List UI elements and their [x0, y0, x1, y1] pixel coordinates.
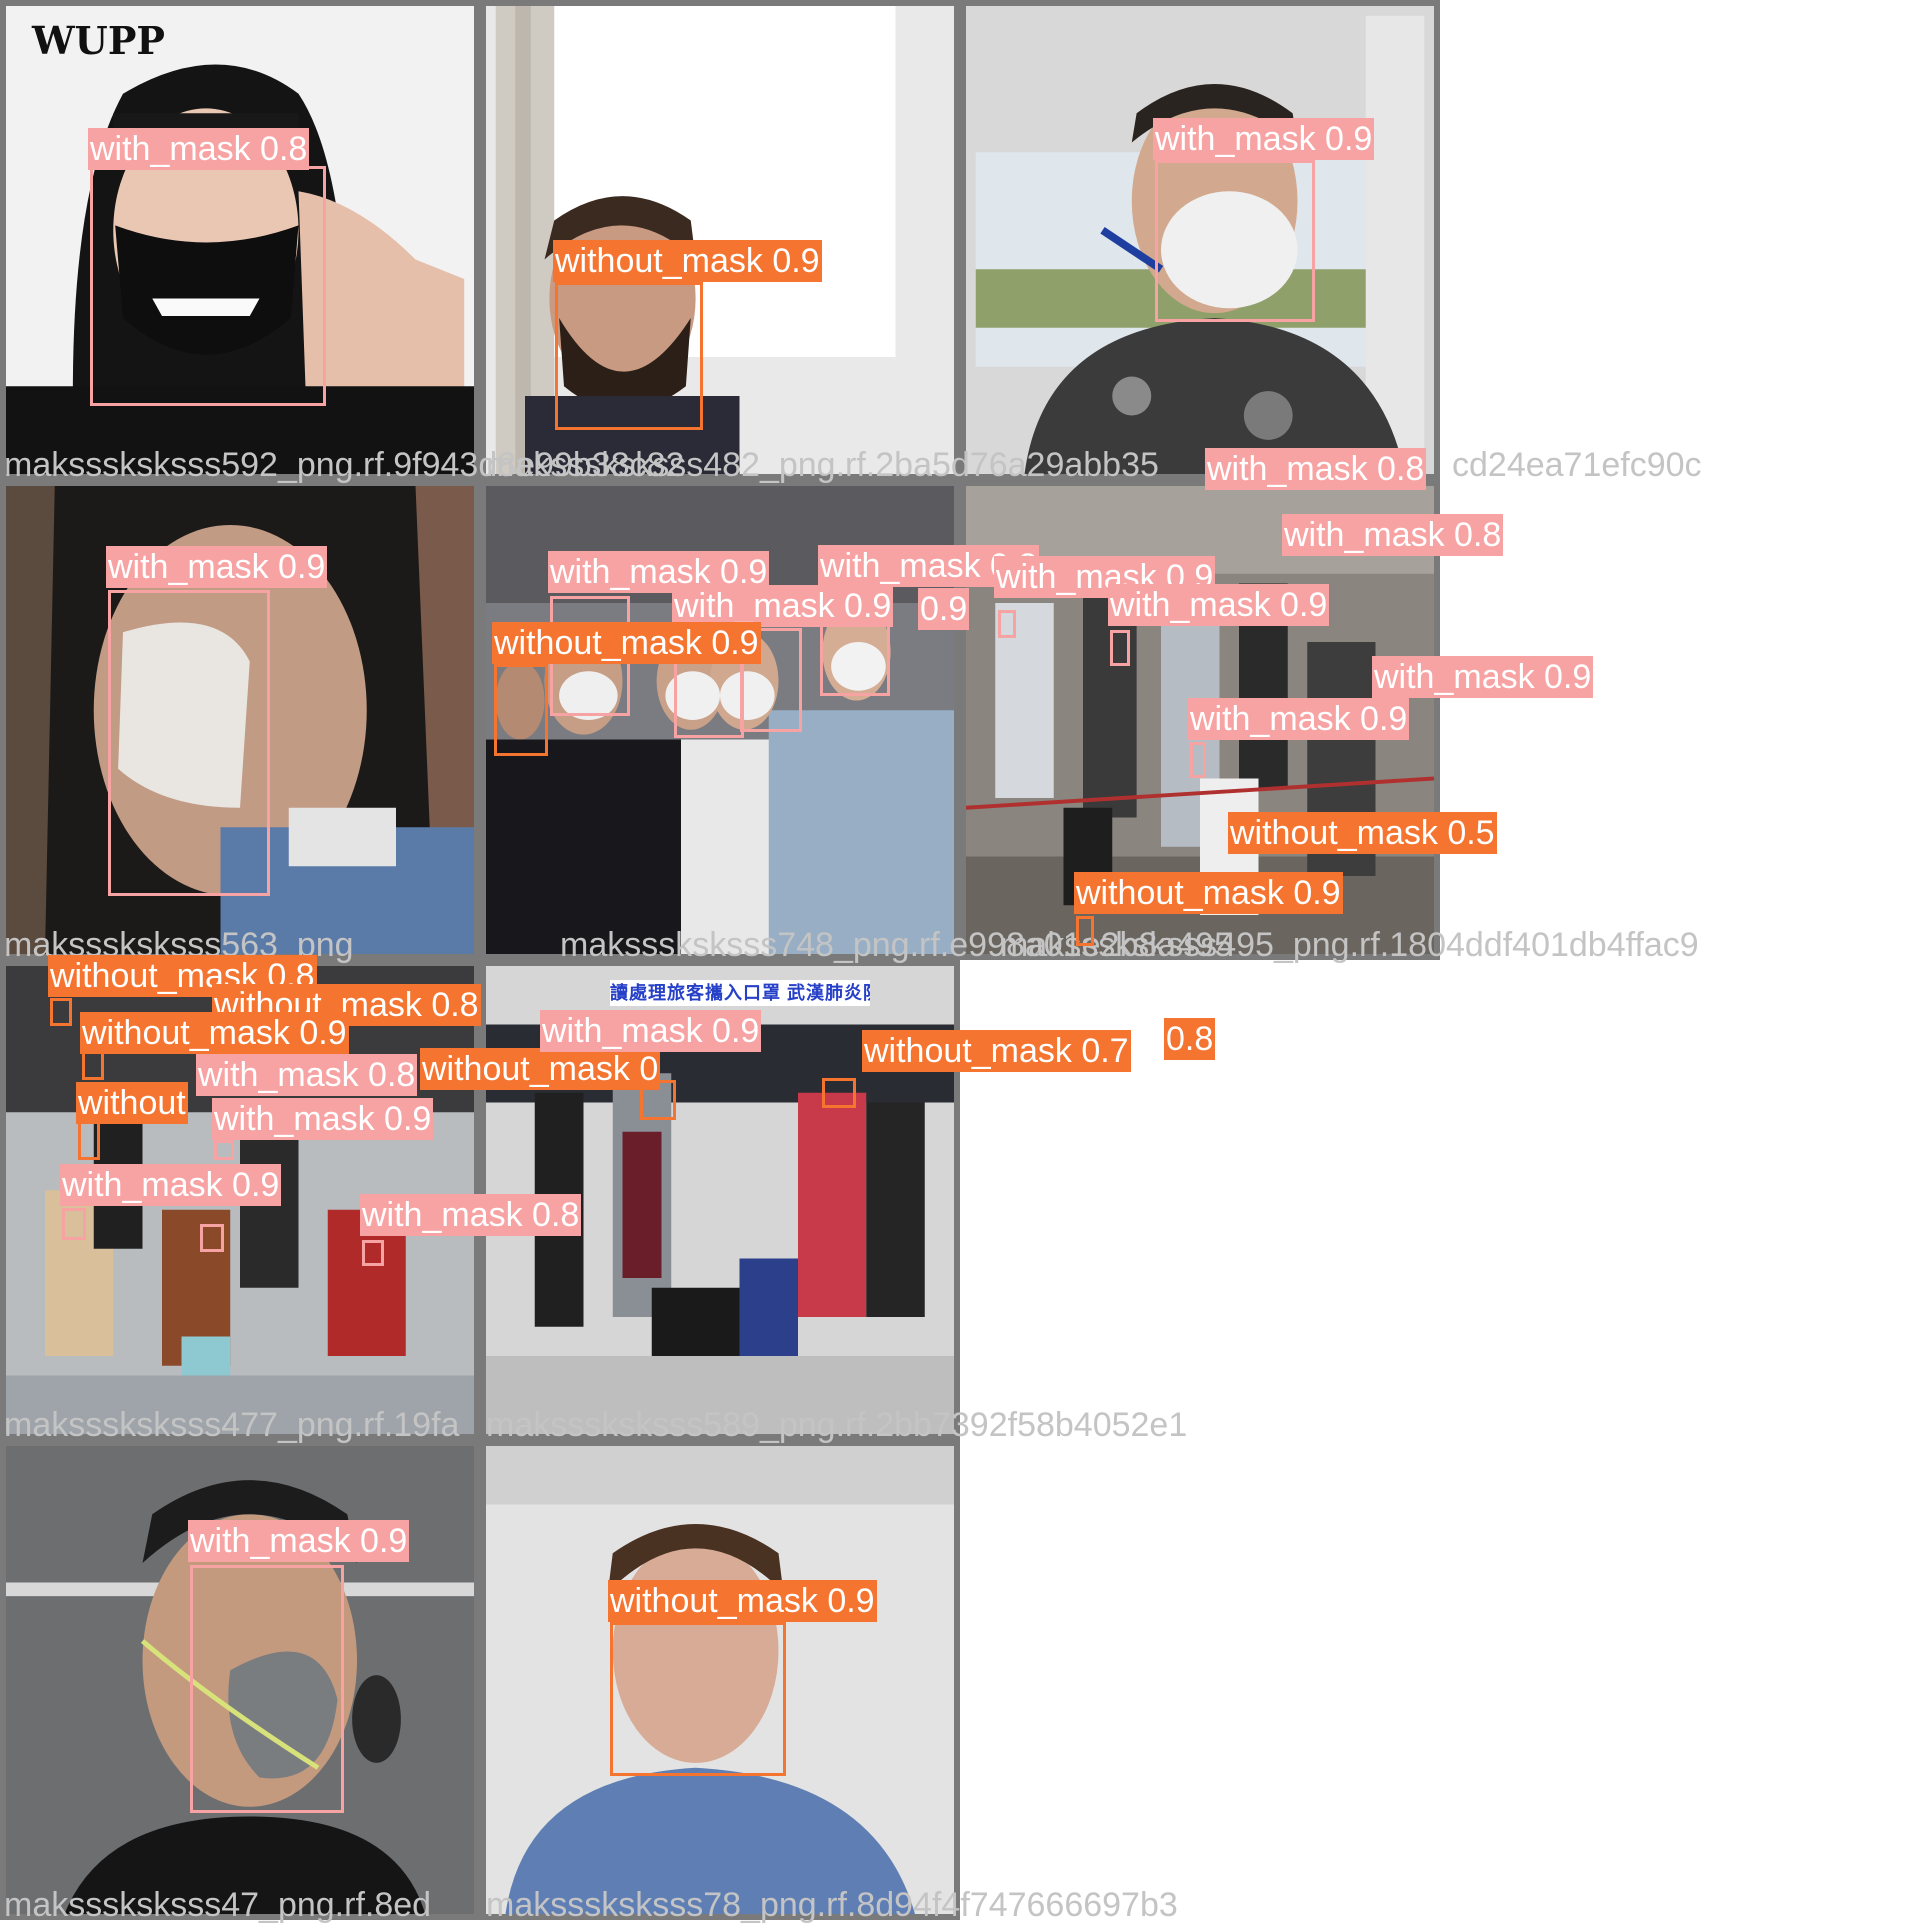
- detection-label: without: [76, 1082, 188, 1124]
- detection-label: without_mask 0.5: [1228, 812, 1497, 854]
- detection-label: with_mask 0.9: [1108, 584, 1330, 626]
- detection-label: with_mask 0.9: [188, 1520, 410, 1562]
- detection-box: [190, 1565, 344, 1813]
- tile-9-filename: maksssksksss47_png.rf.8ed: [4, 1886, 432, 1924]
- detection-label: with_mask 0.9: [1372, 656, 1594, 698]
- detection-label: without_mask 0.9: [1074, 872, 1343, 914]
- tile-10-filename: maksssksksss78_png.rf.8d94f4f747666697b3: [486, 1886, 1178, 1924]
- detection-label: without_mask 0.9: [608, 1580, 877, 1622]
- tile-7-filename: maksssksksss477_png.rf.19fa: [4, 1406, 460, 1444]
- detection-box: [62, 1208, 86, 1240]
- detection-label: with_mask 0.9: [60, 1164, 282, 1206]
- detection-box: [610, 1622, 786, 1776]
- detection-label: with_mask 0.9: [1153, 118, 1375, 160]
- tile-2-filename: maksssksksss482_png.rf.2ba5d76a29abb35: [486, 446, 1159, 484]
- detection-label: without_mask 0.9: [492, 622, 761, 664]
- detection-box: [200, 1224, 224, 1252]
- detection-box: [1110, 630, 1130, 666]
- detection-label: with_mask 0.9: [672, 585, 894, 627]
- signage-banner: 讀處理旅客攜入口罩 武漢肺炎防疫期間無數量限制: [610, 980, 870, 1006]
- detection-label: without_mask 0.9: [553, 240, 822, 282]
- detection-box: [555, 282, 703, 430]
- detection-label: with_mask 0.9: [540, 1010, 762, 1052]
- detection-box: [214, 1140, 234, 1160]
- detection-box: [50, 998, 72, 1026]
- detection-box: [822, 1078, 856, 1108]
- detection-box: [1155, 160, 1315, 322]
- detection-label: with_mask 0.8: [196, 1054, 418, 1096]
- detection-box: [362, 1240, 384, 1266]
- detection-box: [1076, 916, 1094, 946]
- detection-box: [90, 166, 326, 406]
- detection-box: [108, 590, 270, 896]
- detection-label: with_mask 0.8: [360, 1194, 582, 1236]
- detection-label: with_mask 0.8: [88, 128, 310, 170]
- detection-label: with_mask 0.9: [1188, 698, 1410, 740]
- detection-label: with_mask 0.9: [106, 546, 328, 588]
- detection-label: with_mask 0.8: [1282, 514, 1504, 556]
- detection-box: [494, 664, 548, 756]
- detection-label: without_mask 0: [420, 1048, 661, 1090]
- tile-8-filename: maksssksksss589_png.rf.2bb7392f58b4052e1: [486, 1406, 1188, 1444]
- detection-label: with_mask 0.8: [1205, 448, 1427, 490]
- tile-6-filename: maksssksksss495_png.rf.1804ddf401db4ffac…: [1000, 926, 1699, 964]
- detection-box: [998, 610, 1016, 638]
- detection-box: [1190, 742, 1206, 778]
- detection-label: 0.8: [1164, 1018, 1216, 1060]
- watermark-logo: WUPP: [32, 18, 165, 63]
- detection-box: [78, 1120, 100, 1160]
- tile-3-filename: cd24ea71efc90c: [1452, 446, 1702, 484]
- detection-label: 0.9: [918, 588, 970, 630]
- detection-label: with_mask 0.9: [212, 1098, 434, 1140]
- detection-label: without_mask 0.9: [80, 1012, 349, 1054]
- detection-label: without_mask 0.7: [862, 1030, 1131, 1072]
